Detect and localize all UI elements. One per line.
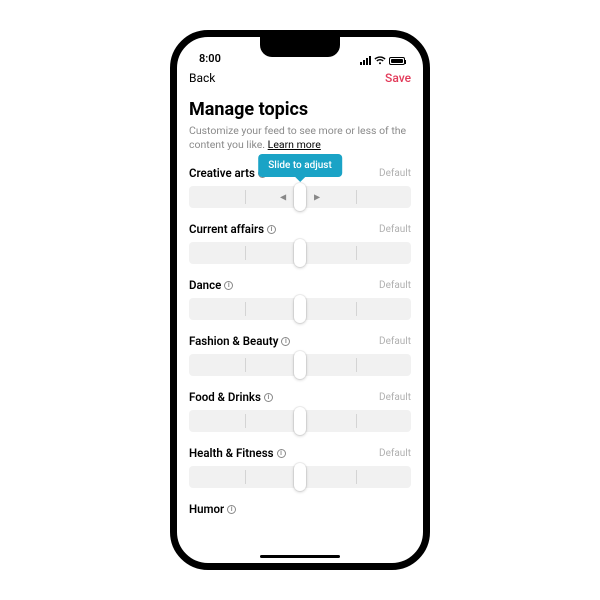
topic-label: Current affairs i <box>189 222 276 236</box>
page-description: Customize your feed to see more or less … <box>187 124 413 152</box>
slider-tick <box>245 414 246 428</box>
slider-tick <box>245 190 246 204</box>
topic-row: Current affairs i Default <box>187 222 413 264</box>
topic-label: Food & Drinks i <box>189 390 273 404</box>
battery-icon <box>389 57 405 65</box>
info-icon[interactable]: i <box>227 505 236 514</box>
topic-head: Dance i Default <box>189 278 411 292</box>
wifi-icon <box>374 56 386 65</box>
nav-bar: Back Save <box>187 65 413 89</box>
topic-slider[interactable] <box>189 242 411 264</box>
topic-status: Default <box>379 448 411 459</box>
topic-label: Humor i <box>189 502 236 516</box>
topic-label-text: Current affairs <box>189 222 264 236</box>
topic-label-text: Health & Fitness <box>189 446 274 460</box>
topic-status: Default <box>379 168 411 179</box>
topic-head: Food & Drinks i Default <box>189 390 411 404</box>
signal-icon <box>360 56 371 65</box>
topic-row: Dance i Default <box>187 278 413 320</box>
topic-status: Default <box>379 336 411 347</box>
chevron-right-icon: ▶ <box>314 193 320 202</box>
topic-label: Dance i <box>189 278 233 292</box>
notch <box>260 37 340 57</box>
slider-thumb[interactable] <box>294 183 306 211</box>
slider-tick <box>245 246 246 260</box>
topic-label: Fashion & Beauty i <box>189 334 290 348</box>
topic-row: Health & Fitness i Default <box>187 446 413 488</box>
topic-row: Slide to adjust Creative arts i Default … <box>187 166 413 208</box>
screen: 8:00 Back Save Manage topics Customize y… <box>177 37 423 563</box>
back-button[interactable]: Back <box>189 71 215 85</box>
topic-slider[interactable] <box>189 354 411 376</box>
slider-thumb[interactable] <box>294 463 306 491</box>
info-icon[interactable]: i <box>281 337 290 346</box>
topic-status: Default <box>379 392 411 403</box>
learn-more-link[interactable]: Learn more <box>268 138 321 151</box>
slider-tick <box>245 302 246 316</box>
slider-tooltip: Slide to adjust <box>258 154 342 177</box>
slider-thumb[interactable] <box>294 295 306 323</box>
topic-slider[interactable] <box>189 410 411 432</box>
slider-tick <box>356 190 357 204</box>
slider-thumb[interactable] <box>294 407 306 435</box>
topic-head: Fashion & Beauty i Default <box>189 334 411 348</box>
topic-row: Food & Drinks i Default <box>187 390 413 432</box>
topic-slider[interactable] <box>189 466 411 488</box>
slider-tick <box>356 246 357 260</box>
topic-label-text: Dance <box>189 278 221 292</box>
topic-status: Default <box>379 280 411 291</box>
topic-label: Health & Fitness i <box>189 446 286 460</box>
topic-label-text: Humor <box>189 502 224 516</box>
topic-head: Humor i <box>189 502 411 516</box>
info-icon[interactable]: i <box>224 281 233 290</box>
page-title: Manage topics <box>187 99 413 120</box>
phone-frame: 8:00 Back Save Manage topics Customize y… <box>170 30 430 570</box>
home-indicator[interactable] <box>260 555 340 558</box>
save-button[interactable]: Save <box>385 71 411 85</box>
info-icon[interactable]: i <box>277 449 286 458</box>
status-time: 8:00 <box>199 52 221 65</box>
topic-slider[interactable] <box>189 298 411 320</box>
slider-tick <box>245 470 246 484</box>
topic-label: Creative arts i <box>189 166 267 180</box>
topic-head: Current affairs i Default <box>189 222 411 236</box>
slider-tick <box>356 302 357 316</box>
topic-row: Humor i <box>187 502 413 516</box>
info-icon[interactable]: i <box>264 393 273 402</box>
slider-thumb[interactable] <box>294 351 306 379</box>
slider-thumb[interactable] <box>294 239 306 267</box>
info-icon[interactable]: i <box>267 225 276 234</box>
topic-status: Default <box>379 224 411 235</box>
topic-row: Fashion & Beauty i Default <box>187 334 413 376</box>
slider-tick <box>356 358 357 372</box>
topic-label-text: Food & Drinks <box>189 390 261 404</box>
slider-tick <box>356 414 357 428</box>
slider-tick <box>245 358 246 372</box>
status-right <box>360 56 405 65</box>
slider-tick <box>356 470 357 484</box>
topic-slider[interactable]: ◀ ▶ <box>189 186 411 208</box>
topic-label-text: Fashion & Beauty <box>189 334 278 348</box>
topic-head: Health & Fitness i Default <box>189 446 411 460</box>
topic-label-text: Creative arts <box>189 166 255 180</box>
chevron-left-icon: ◀ <box>280 193 286 202</box>
